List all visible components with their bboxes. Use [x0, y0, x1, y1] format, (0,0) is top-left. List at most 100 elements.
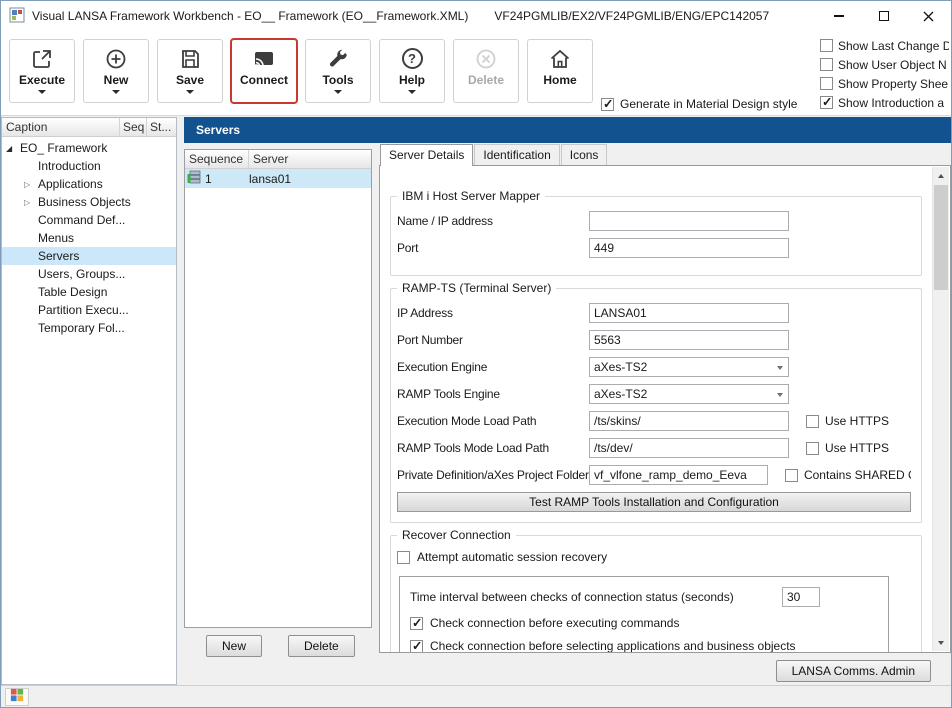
show-property-sheet-row: Show Property Shee — [820, 74, 949, 93]
st-column-header[interactable]: St... — [147, 118, 176, 136]
help-icon: ? — [402, 45, 423, 72]
connect-icon — [252, 45, 276, 72]
execute-label: Execute — [19, 73, 65, 87]
tree-item-business-objects[interactable]: Business Objects — [2, 193, 176, 211]
maximize-button[interactable] — [861, 1, 906, 31]
dropdown-arrow-icon[interactable] — [38, 90, 46, 94]
new-button[interactable]: New — [83, 39, 149, 103]
ramp-tools-mode-load-path-input[interactable] — [589, 438, 789, 458]
execute-button[interactable]: Execute — [9, 39, 75, 103]
scroll-up-icon[interactable] — [933, 167, 949, 184]
field-label: Execution Mode Load Path — [397, 414, 589, 428]
save-button[interactable]: Save — [157, 39, 223, 103]
close-button[interactable] — [906, 1, 951, 31]
tree-expand-icon[interactable] — [24, 180, 38, 189]
server-list-buttons: New Delete — [184, 635, 372, 657]
tree-item-applications[interactable]: Applications — [2, 175, 176, 193]
field-label: Port — [397, 241, 589, 255]
tree-expand-icon[interactable] — [24, 198, 38, 207]
contains-shared-checkbox[interactable] — [785, 469, 798, 482]
details-scrollbar[interactable] — [932, 167, 949, 651]
tree-collapse-icon[interactable] — [6, 144, 20, 153]
server-row-lansa01[interactable]: 1 lansa01 — [185, 169, 371, 188]
group-title: IBM i Host Server Mapper — [397, 189, 545, 203]
tree-item-menus[interactable]: Menus — [2, 229, 176, 247]
dropdown-arrow-icon[interactable] — [408, 90, 416, 94]
tree-item-introduction[interactable]: Introduction — [2, 157, 176, 175]
tree-item-servers[interactable]: Servers — [2, 247, 176, 265]
tree-item-table-design[interactable]: Table Design — [2, 283, 176, 301]
home-button[interactable]: Home — [527, 39, 593, 103]
tab-identification[interactable]: Identification — [474, 144, 559, 165]
tree-item-label: Temporary Fol... — [38, 321, 125, 335]
form-field: IP Address — [397, 303, 911, 323]
ramp-tools-engine-select[interactable]: aXes-TS2 — [589, 384, 789, 404]
tab-icons[interactable]: Icons — [561, 144, 608, 165]
contains-shared-row: Contains SHARED Obj — [785, 468, 911, 482]
home-label: Home — [543, 73, 576, 87]
field-label: Name / IP address — [397, 214, 589, 228]
server-details-column: Server Details Identification Icons IBM … — [379, 143, 951, 685]
tools-button[interactable]: Tools — [305, 39, 371, 103]
tree-item-users-groups[interactable]: Users, Groups... — [2, 265, 176, 283]
caption-column-header[interactable]: Caption — [2, 118, 120, 136]
tab-server-details[interactable]: Server Details — [380, 144, 473, 166]
tree-item-temporary-folder[interactable]: Temporary Fol... — [2, 319, 176, 337]
lansa-comms-admin-button[interactable]: LANSA Comms. Admin — [776, 660, 931, 682]
use-https-row: Use HTTPS — [806, 414, 889, 428]
name-ip-address-input[interactable] — [589, 211, 789, 231]
minimize-button[interactable] — [816, 1, 861, 31]
tree-item-eo-framework[interactable]: EO_ Framework — [2, 139, 176, 157]
field-label: RAMP Tools Engine — [397, 387, 589, 401]
window-title: Visual LANSA Framework Workbench - EO__ … — [32, 9, 468, 23]
panel-title-bar: Servers — [184, 117, 951, 143]
show-user-object-checkbox[interactable] — [820, 58, 833, 71]
server-list-column: Sequence Server — [184, 143, 372, 685]
new-server-button[interactable]: New — [206, 635, 262, 657]
check-before-selecting-checkbox[interactable] — [410, 640, 423, 653]
view-options: Show Last Change D Show User Object N Sh… — [820, 36, 949, 112]
delete-label: Delete — [468, 73, 504, 87]
use-https-checkbox[interactable] — [806, 415, 819, 428]
tree-item-command-def[interactable]: Command Def... — [2, 211, 176, 229]
field-label: Execution Engine — [397, 360, 589, 374]
private-definition-folder-input[interactable] — [589, 465, 768, 485]
dropdown-arrow-icon[interactable] — [186, 90, 194, 94]
execution-mode-load-path-input[interactable] — [589, 411, 789, 431]
app-window: Visual LANSA Framework Workbench - EO__ … — [0, 0, 952, 708]
show-introduction-checkbox[interactable] — [820, 96, 833, 109]
form-field: RAMP Tools Engine aXes-TS2 — [397, 384, 911, 404]
scrollbar-thumb[interactable] — [934, 185, 948, 290]
check-before-commands-checkbox[interactable] — [410, 617, 423, 630]
seq-column-header[interactable]: Seq — [120, 118, 147, 136]
dropdown-arrow-icon[interactable] — [112, 90, 120, 94]
material-design-checkbox[interactable] — [601, 98, 614, 111]
delete-button: Delete — [453, 39, 519, 103]
test-ramp-tools-button[interactable]: Test RAMP Tools Installation and Configu… — [397, 492, 911, 512]
attempt-recovery-checkbox[interactable] — [397, 551, 410, 564]
tree-column-headers: Caption Seq St... — [2, 118, 176, 137]
help-button[interactable]: ? Help — [379, 39, 445, 103]
show-introduction-row: Show Introduction a — [820, 93, 949, 112]
use-https-checkbox[interactable] — [806, 442, 819, 455]
app-icon[interactable] — [9, 7, 25, 26]
delete-server-button[interactable]: Delete — [288, 635, 355, 657]
server-column-header[interactable]: Server — [249, 150, 371, 168]
attempt-recovery-row: Attempt automatic session recovery — [397, 550, 911, 564]
tree-item-label: Command Def... — [38, 213, 125, 227]
tree-item-partition-execution[interactable]: Partition Execu... — [2, 301, 176, 319]
show-last-change-checkbox[interactable] — [820, 39, 833, 52]
ip-address-input[interactable] — [589, 303, 789, 323]
connect-button[interactable]: Connect — [231, 39, 297, 103]
interval-input[interactable] — [782, 587, 820, 607]
scroll-down-icon[interactable] — [933, 634, 949, 651]
show-property-sheet-checkbox[interactable] — [820, 77, 833, 90]
execution-engine-select[interactable]: aXes-TS2 — [589, 357, 789, 377]
port-number-input[interactable] — [589, 330, 789, 350]
tree-item-label: Introduction — [38, 159, 101, 173]
delete-icon — [474, 45, 498, 72]
selected-value: aXes-TS2 — [594, 387, 647, 401]
dropdown-arrow-icon[interactable] — [334, 90, 342, 94]
sequence-column-header[interactable]: Sequence — [185, 150, 249, 168]
port-input[interactable] — [589, 238, 789, 258]
